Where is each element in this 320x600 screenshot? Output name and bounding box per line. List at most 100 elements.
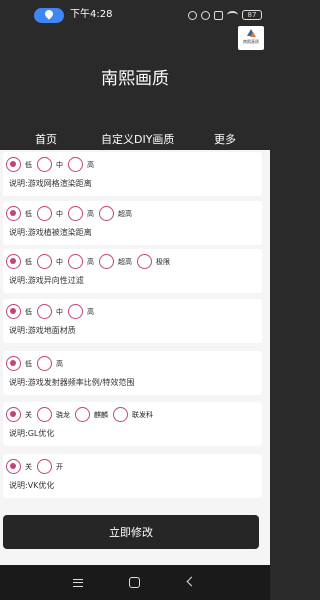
wifi-icon <box>227 11 238 19</box>
radio-option[interactable]: 关 <box>6 407 32 422</box>
radio-button[interactable] <box>6 304 21 319</box>
radio-option[interactable]: 中 <box>37 157 63 172</box>
setting-card-ground-texture: 低 中 高说明:游戏地面材质 <box>3 299 262 343</box>
radio-button[interactable] <box>99 254 114 269</box>
setting-card-foliage-distance: 低 中 高 超高说明:游戏植被渲染距离 <box>3 201 262 245</box>
radio-option[interactable]: 高 <box>68 206 94 221</box>
radio-button[interactable] <box>37 206 52 221</box>
radio-label: 极限 <box>156 257 170 266</box>
radio-group: 低 中 高 超高 极限 <box>6 253 175 270</box>
tab-bar: 首页 自定义DIY画质 更多 <box>0 132 270 148</box>
tab-diy-quality[interactable]: 自定义DIY画质 <box>101 132 174 148</box>
setting-description: 说明:游戏异向性过滤 <box>9 276 84 285</box>
radio-option[interactable]: 高 <box>68 254 94 269</box>
radio-button[interactable] <box>6 157 21 172</box>
radio-button[interactable] <box>37 459 52 474</box>
radio-option[interactable]: 高 <box>37 356 63 371</box>
radio-label: 低 <box>25 209 32 218</box>
back-icon[interactable] <box>186 576 197 587</box>
setting-description: 说明:VK优化 <box>9 481 55 490</box>
radio-option[interactable]: 低 <box>6 206 32 221</box>
app-logo: 南熙画质 <box>238 26 264 50</box>
radio-label: 麒麟 <box>94 410 108 419</box>
radio-option[interactable]: 高 <box>68 157 94 172</box>
radio-label: 高 <box>56 359 63 368</box>
radio-label: 关 <box>25 462 32 471</box>
tab-home[interactable]: 首页 <box>35 132 57 148</box>
radio-label: 中 <box>56 257 63 266</box>
radio-button[interactable] <box>6 254 21 269</box>
radio-option[interactable]: 低 <box>6 254 32 269</box>
radio-label: 高 <box>87 257 94 266</box>
radio-label: 高 <box>87 209 94 218</box>
menu-icon[interactable] <box>73 579 83 587</box>
setting-card-vk-optimize: 关开说明:VK优化 <box>3 454 262 498</box>
radio-button[interactable] <box>37 157 52 172</box>
apply-button[interactable]: 立即修改 <box>3 515 259 549</box>
radio-button[interactable] <box>37 356 52 371</box>
radio-button[interactable] <box>137 254 152 269</box>
radio-option[interactable]: 超高 <box>99 254 132 269</box>
radio-option[interactable]: 低 <box>6 356 32 371</box>
radio-group: 低中高 <box>6 303 99 320</box>
logo-flame-icon <box>250 32 256 37</box>
radio-group: 关 骁龙 麒麟 联发科 <box>6 406 158 423</box>
radio-option[interactable]: 中 <box>37 304 63 319</box>
status-time: 下午4:28 <box>70 9 113 20</box>
radio-button[interactable] <box>68 157 83 172</box>
radio-button[interactable] <box>6 407 21 422</box>
alarm-icon <box>201 10 210 20</box>
radio-button[interactable] <box>37 304 52 319</box>
radio-option[interactable]: 麒麟 <box>75 407 108 422</box>
setting-description: 说明:游戏植被渲染距离 <box>9 228 92 237</box>
radio-button[interactable] <box>6 459 21 474</box>
radio-label: 中 <box>56 307 63 316</box>
radio-option[interactable]: 关 <box>6 459 32 474</box>
radio-label: 高 <box>87 307 94 316</box>
radio-label: 超高 <box>118 209 132 218</box>
radio-label: 低 <box>25 359 32 368</box>
vibrate-icon <box>188 10 197 20</box>
radio-group: 低中 高 <box>6 156 99 173</box>
radio-group: 低高 <box>6 355 68 372</box>
radio-button[interactable] <box>6 356 21 371</box>
radio-button[interactable] <box>99 206 114 221</box>
radio-label: 开 <box>56 462 63 471</box>
radio-option[interactable]: 中 <box>37 206 63 221</box>
tab-more[interactable]: 更多 <box>214 132 236 148</box>
radio-label: 关 <box>25 410 32 419</box>
radio-option[interactable]: 联发科 <box>113 407 153 422</box>
radio-option[interactable]: 骁龙 <box>37 407 70 422</box>
radio-button[interactable] <box>68 206 83 221</box>
radio-option[interactable]: 低 <box>6 304 32 319</box>
settings-panel: 低中高说明:游戏网格渲染距离 低中高超高 说明:游戏植被渲染距离 低中高超高 极限说… <box>0 150 270 565</box>
setting-description: 说明:GL优化 <box>9 429 55 438</box>
radio-button[interactable] <box>75 407 90 422</box>
radio-label: 联发科 <box>132 410 153 419</box>
radio-group: 关开 <box>6 458 68 475</box>
home-icon[interactable] <box>129 577 140 588</box>
radio-group: 低 中 高 超高 <box>6 205 137 222</box>
status-icons: 87 <box>188 8 262 22</box>
radio-label: 低 <box>25 307 32 316</box>
radio-label: 骁龙 <box>56 410 70 419</box>
radio-button[interactable] <box>68 254 83 269</box>
radio-label: 超高 <box>118 257 132 266</box>
radio-label: 中 <box>56 209 63 218</box>
battery-icon: 87 <box>242 10 262 20</box>
radio-button[interactable] <box>6 206 21 221</box>
radio-option[interactable]: 开 <box>37 459 63 474</box>
radio-option[interactable]: 低 <box>6 157 32 172</box>
mail-icon <box>214 10 223 20</box>
radio-button[interactable] <box>113 407 128 422</box>
radio-button[interactable] <box>37 254 52 269</box>
setting-description: 说明:游戏地面材质 <box>9 326 76 335</box>
radio-option[interactable]: 超高 <box>99 206 132 221</box>
radio-option[interactable]: 中 <box>37 254 63 269</box>
radio-button[interactable] <box>68 304 83 319</box>
radio-option[interactable]: 极限 <box>137 254 170 269</box>
page-title: 南熙画质 <box>101 69 169 89</box>
radio-label: 高 <box>87 160 94 169</box>
radio-button[interactable] <box>37 407 52 422</box>
radio-option[interactable]: 高 <box>68 304 94 319</box>
